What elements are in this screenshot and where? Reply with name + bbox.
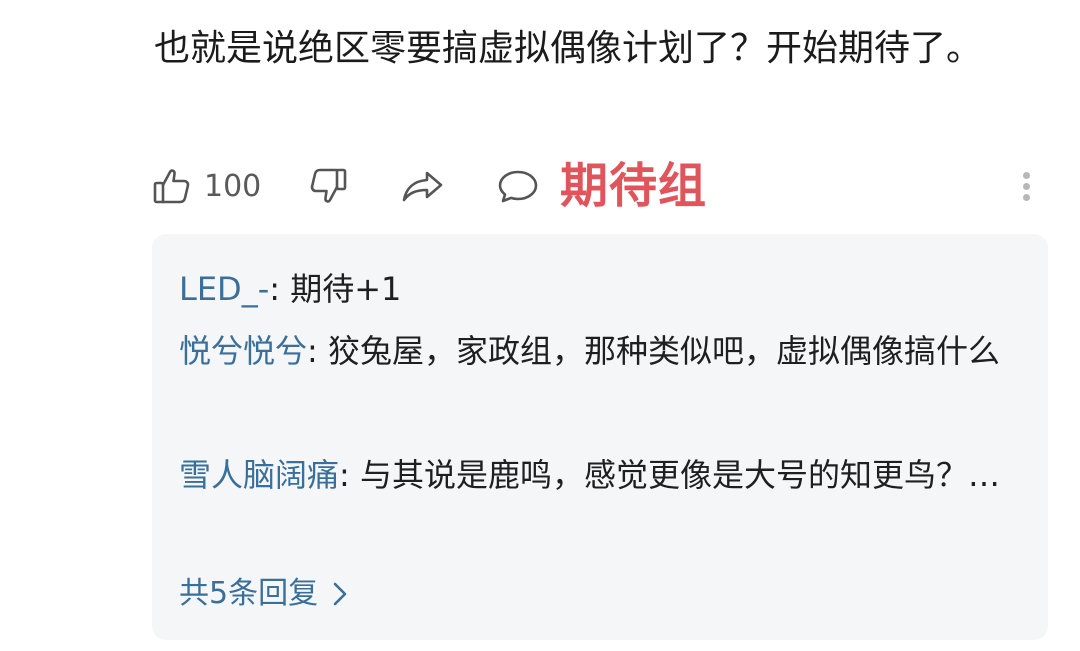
thumbs-up-icon [153, 169, 190, 204]
reply-text: 与其说是鹿鸣，感觉更像是大号的知更鸟？… [359, 456, 1000, 494]
like-count: 100 [204, 168, 262, 204]
view-all-replies-label: 共5条回复 [179, 576, 319, 611]
reply-username[interactable]: 雪人脑阔痛 [179, 456, 339, 494]
reply-username[interactable]: LED_- [179, 270, 269, 308]
like-button[interactable]: 100 [152, 158, 261, 214]
comment-icon [498, 170, 538, 203]
reply-separator: : [339, 456, 360, 494]
more-vertical-icon [1016, 172, 1036, 201]
view-all-replies-link[interactable]: 共5条回复 [179, 566, 348, 622]
reply-text: 期待+1 [290, 270, 402, 308]
reply-item[interactable]: LED_-: 期待+1 [179, 258, 1019, 320]
more-options-button[interactable] [1016, 168, 1036, 208]
reply-separator: : [269, 270, 291, 308]
reply-preview-panel: LED_-: 期待+1 悦兮悦兮: 狡兔屋，家政组，那种类似吧，虚拟偶像搞什么 … [152, 234, 1048, 640]
reply-text: 狡兔屋，家政组，那种类似吧，虚拟偶像搞什么 [327, 332, 1000, 370]
reply-item[interactable]: 雪人脑阔痛: 与其说是鹿鸣，感觉更像是大号的知更鸟？… [179, 444, 1019, 506]
share-icon [402, 171, 443, 202]
reply-button[interactable] [496, 158, 540, 214]
reply-username[interactable]: 悦兮悦兮 [179, 332, 307, 370]
reply-item[interactable]: 悦兮悦兮: 狡兔屋，家政组，那种类似吧，虚拟偶像搞什么 [179, 320, 1019, 382]
share-button[interactable] [400, 158, 446, 214]
dislike-button[interactable] [308, 158, 348, 214]
comment-text: 也就是说绝区零要搞虚拟偶像计划了？开始期待了。 [154, 28, 983, 69]
comment-actions: 100 期待组 [152, 158, 1042, 214]
thumbs-down-icon [310, 168, 347, 203]
reply-separator: : [307, 332, 328, 370]
chevron-right-icon [333, 582, 347, 606]
group-tag[interactable]: 期待组 [560, 158, 707, 214]
